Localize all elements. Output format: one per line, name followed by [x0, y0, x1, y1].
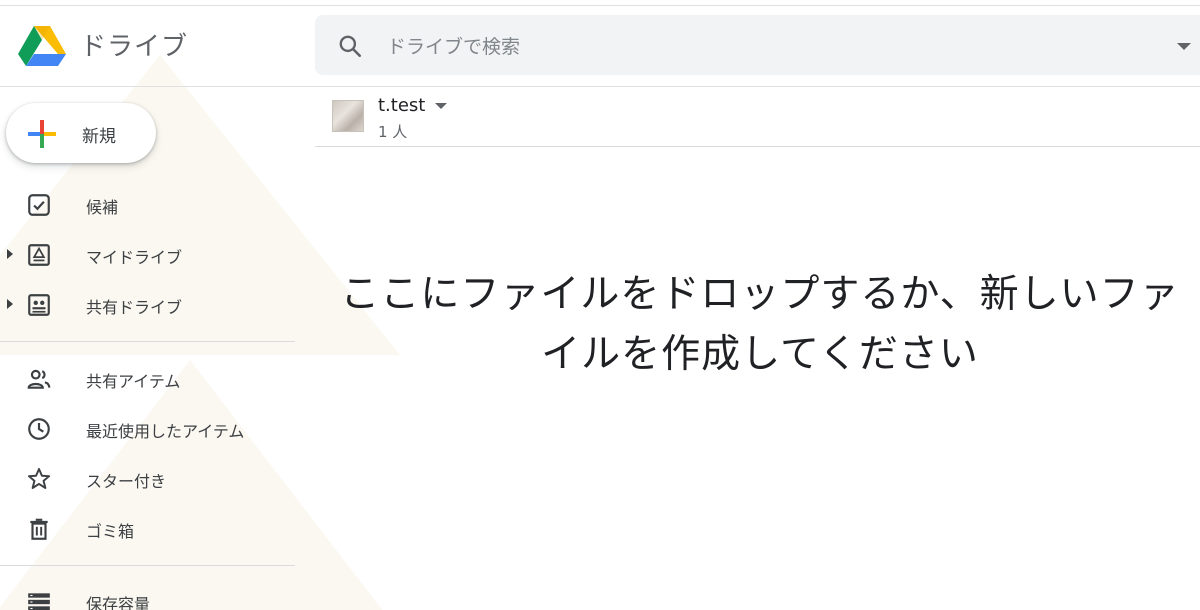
expand-arrow-icon[interactable]: [7, 299, 13, 309]
search-input[interactable]: ドライブで検索: [387, 32, 520, 59]
storage-icon: [28, 593, 50, 610]
sidebar-item-my-drive[interactable]: マイドライブ: [0, 230, 300, 278]
trash-icon: [30, 518, 48, 540]
header-divider: [0, 86, 1200, 87]
new-button-label: 新規: [82, 127, 116, 147]
empty-state-line: ここにファイルをドロップするか、新しいファ: [340, 272, 1180, 317]
search-options-dropdown-icon[interactable]: [1177, 43, 1191, 50]
chevron-down-icon[interactable]: [435, 103, 447, 109]
sidebar-item-label: マイドライブ: [86, 248, 183, 267]
drive-logo-icon[interactable]: [18, 24, 66, 68]
people-icon: [27, 369, 51, 389]
sidebar-item-recent[interactable]: 最近使用したアイテム: [0, 404, 300, 452]
sidebar-item-priority[interactable]: 候補: [0, 180, 300, 228]
drive-app: ドライブ ドライブで検索 新規 候補 マイドライブ 共有ドライブ 共有アイテム …: [0, 0, 1200, 610]
sidebar-item-storage[interactable]: 保存容量: [0, 577, 300, 610]
sidebar-item-shared-drives[interactable]: 共有ドライブ: [0, 280, 300, 328]
sidebar-item-label: 候補: [86, 198, 119, 217]
empty-state-message: ここにファイルをドロップするか、新しいファ イルを作成してください: [320, 265, 1200, 385]
check-square-icon: [28, 194, 50, 216]
sidebar-item-label: ゴミ箱: [86, 522, 135, 541]
sidebar-item-label: 保存容量: [86, 595, 151, 610]
clock-icon: [28, 418, 50, 440]
shared-drive-icon: [28, 294, 50, 316]
member-count: 1 人: [378, 123, 408, 141]
avatar[interactable]: [332, 100, 364, 132]
sidebar-item-label: 共有ドライブ: [86, 298, 183, 317]
my-drive-icon: [28, 244, 50, 266]
new-button[interactable]: 新規: [6, 103, 156, 163]
expand-arrow-icon[interactable]: [7, 249, 13, 259]
browser-edge: [0, 0, 1200, 6]
folder-owner-name[interactable]: t.test: [378, 95, 425, 116]
sidebar-divider: [0, 565, 295, 566]
empty-state-line: イルを作成してください: [541, 332, 979, 377]
sidebar-item-shared-with-me[interactable]: 共有アイテム: [0, 354, 300, 402]
sidebar-item-trash[interactable]: ゴミ箱: [0, 504, 300, 552]
sidebar-divider: [0, 341, 295, 342]
sidebar-item-label: 最近使用したアイテム: [86, 422, 245, 441]
sidebar-item-label: 共有アイテム: [86, 372, 181, 391]
plus-icon: [28, 120, 56, 148]
sidebar-item-starred[interactable]: スター付き: [0, 454, 300, 502]
app-title[interactable]: ドライブ: [80, 26, 188, 63]
content-divider: [315, 146, 1200, 147]
star-icon: [27, 468, 51, 489]
search-bar[interactable]: ドライブで検索: [315, 15, 1200, 75]
sidebar-item-label: スター付き: [86, 472, 167, 491]
search-icon[interactable]: [337, 33, 363, 59]
